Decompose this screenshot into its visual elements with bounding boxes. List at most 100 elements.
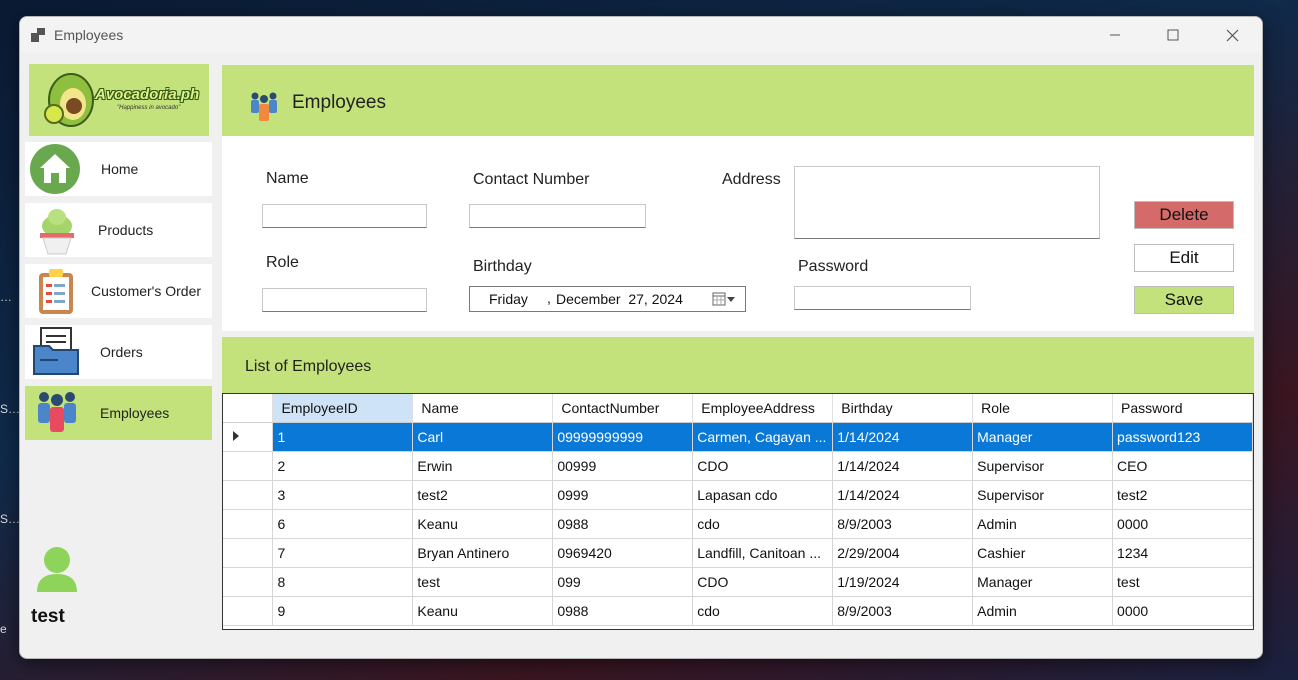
table-cell[interactable]: Manager [972,567,1114,597]
table-cell[interactable]: Carmen, Cagayan ... [692,422,834,452]
column-header-employeeid[interactable]: EmployeeID [272,394,414,423]
password-field[interactable] [794,286,971,310]
table-cell[interactable]: 1/19/2024 [832,567,974,597]
desktop-label: S… [0,402,21,416]
table-cell[interactable]: 0988 [552,509,694,539]
table-cell[interactable]: Carl [412,422,554,452]
table-cell[interactable]: 0988 [552,596,694,626]
sidebar-item-home[interactable]: Home [25,142,212,196]
table-cell[interactable]: 2/29/2004 [832,538,974,568]
row-header[interactable] [223,509,274,539]
table-cell[interactable]: 1234 [1112,538,1253,568]
delete-button[interactable]: Delete [1134,201,1234,229]
table-cell[interactable]: 8 [272,567,414,597]
maximize-button[interactable] [1144,17,1202,53]
row-header[interactable] [223,480,274,510]
table-row[interactable]: 9 Keanu 0988 cdo 8/9/2003 Admin 0000 [223,596,1253,626]
table-cell[interactable]: test [1112,567,1253,597]
table-cell[interactable]: 1/14/2024 [832,422,974,452]
desktop-label: S… [0,512,21,526]
table-cell[interactable]: 099 [552,567,694,597]
table-cell[interactable]: Admin [972,596,1114,626]
table-cell[interactable]: 2 [272,451,414,481]
table-cell[interactable]: 9 [272,596,414,626]
table-cell[interactable]: 0000 [1112,509,1253,539]
close-button[interactable] [1203,17,1261,53]
title-bar[interactable]: Employees [20,17,1262,53]
minimize-button[interactable] [1086,17,1144,53]
sidebar-item-employees[interactable]: Employees [25,386,212,440]
table-cell[interactable]: cdo [692,596,834,626]
table-cell[interactable]: 00999 [552,451,694,481]
column-header-birthday[interactable]: Birthday [832,394,974,423]
table-cell[interactable]: 09999999999 [552,422,694,452]
table-cell[interactable]: Supervisor [972,451,1114,481]
table-cell[interactable]: CEO [1112,451,1253,481]
table-cell[interactable]: 0000 [1112,596,1253,626]
table-cell[interactable]: 8/9/2003 [832,509,974,539]
row-header[interactable] [223,451,274,481]
table-cell[interactable]: Lapasan cdo [692,480,834,510]
table-cell[interactable]: Supervisor [972,480,1114,510]
table-cell[interactable]: 0999 [552,480,694,510]
employees-grid[interactable]: EmployeeID Name ContactNumber EmployeeAd… [222,393,1254,630]
page-header: Employees [222,65,1254,136]
table-cell[interactable]: test [412,567,554,597]
sidebar-item-orders[interactable]: Orders [25,325,212,379]
table-cell[interactable]: Bryan Antinero [412,538,554,568]
contact-number-field[interactable] [469,204,646,228]
table-cell[interactable]: 1/14/2024 [832,451,974,481]
birthday-date: December 27, 2024 [556,291,683,307]
table-cell[interactable]: 8/9/2003 [832,596,974,626]
table-row[interactable]: 6 Keanu 0988 cdo 8/9/2003 Admin 0000 [223,509,1253,539]
column-header-contactnumber[interactable]: ContactNumber [552,394,694,423]
table-cell[interactable]: Keanu [412,509,554,539]
current-row-indicator-icon [233,431,239,441]
row-header[interactable] [223,422,274,452]
table-row[interactable]: 8 test 099 CDO 1/19/2024 Manager test [223,567,1253,597]
column-header-name[interactable]: Name [412,394,554,423]
address-field[interactable] [794,166,1100,239]
edit-button[interactable]: Edit [1134,244,1234,272]
role-field[interactable] [262,288,427,312]
table-cell[interactable]: Erwin [412,451,554,481]
table-cell[interactable]: 6 [272,509,414,539]
birthday-date-picker[interactable]: Friday , December 27, 2024 [469,286,746,312]
table-cell[interactable]: CDO [692,451,834,481]
birthday-day: Friday [489,291,528,307]
table-cell[interactable]: Keanu [412,596,554,626]
sidebar-item-customers-order[interactable]: Customer's Order [25,264,212,318]
table-cell[interactable]: 1/14/2024 [832,480,974,510]
calendar-dropdown-icon[interactable] [712,292,736,306]
table-header-row: EmployeeID Name ContactNumber EmployeeAd… [223,394,1253,423]
table-cell[interactable]: Cashier [972,538,1114,568]
table-cell[interactable]: cdo [692,509,834,539]
row-header[interactable] [223,596,274,626]
save-button[interactable]: Save [1134,286,1234,314]
table-cell[interactable]: Admin [972,509,1114,539]
row-header[interactable] [223,567,274,597]
table-row[interactable]: 2 Erwin 00999 CDO 1/14/2024 Supervisor CEO [223,451,1253,481]
table-cell[interactable]: 0969420 [552,538,694,568]
table-cell[interactable]: Landfill, Canitoan ... [692,538,834,568]
table-row[interactable]: 3 test2 0999 Lapasan cdo 1/14/2024 Supervisor… [223,480,1253,510]
name-field[interactable] [262,204,427,228]
sidebar-item-products[interactable]: Products [25,203,212,257]
table-cell[interactable]: test2 [1112,480,1253,510]
table-cell[interactable]: 1 [272,422,414,452]
column-header-role[interactable]: Role [972,394,1114,423]
table-row[interactable]: 1 Carl 09999999999 Carmen, Cagayan ... 1/14/… [223,422,1253,452]
table-cell[interactable]: 7 [272,538,414,568]
row-header[interactable] [223,538,274,568]
employees-window: Employees Avocadoria.ph "Happiness in av… [19,16,1263,659]
table-cell[interactable]: password123 [1112,422,1253,452]
table-cell[interactable]: 3 [272,480,414,510]
people-icon [38,392,76,432]
table-cell[interactable]: Manager [972,422,1114,452]
column-header-password[interactable]: Password [1112,394,1253,423]
column-header-employeeaddress[interactable]: EmployeeAddress [692,394,834,423]
table-row[interactable]: 7 Bryan Antinero 0969420 Landfill, Canitoan… [223,538,1253,568]
page-title: Employees [292,92,386,113]
table-cell[interactable]: CDO [692,567,834,597]
table-cell[interactable]: test2 [412,480,554,510]
